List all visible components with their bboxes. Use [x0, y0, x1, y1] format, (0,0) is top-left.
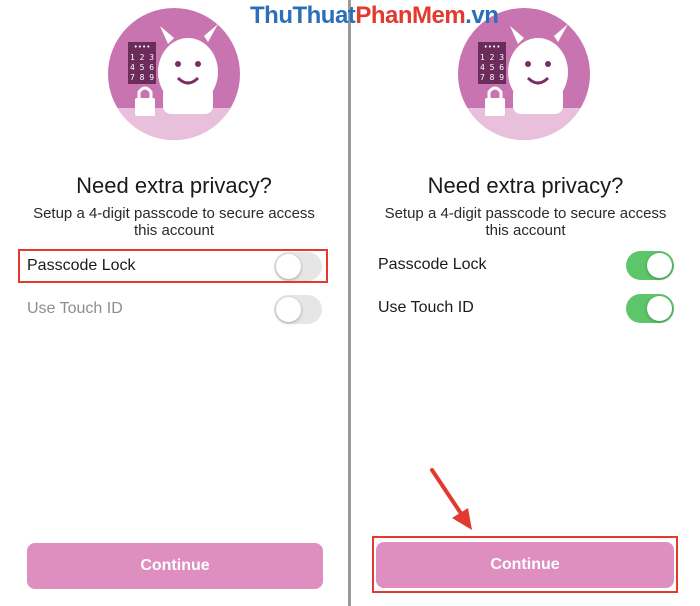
page-subtitle: Setup a 4-digit passcode to secure acces… [33, 205, 315, 239]
toggle-knob [276, 297, 301, 322]
page-title: Need extra privacy? [427, 173, 624, 198]
toggle-knob [647, 296, 672, 321]
passcode-lock-toggle[interactable] [626, 251, 674, 280]
keypad-row1: 1 2 3 [130, 53, 154, 62]
touch-id-toggle[interactable] [274, 295, 322, 324]
highlight-box [372, 536, 678, 593]
page-subtitle: Setup a 4-digit passcode to secure acces… [384, 205, 667, 239]
keypad-row2: 4 5 6 [130, 63, 154, 72]
mascot-avatar-icon: •••• 1 2 3 4 5 6 7 8 9 [108, 8, 240, 140]
right-screen: •••• 1 2 3 4 5 6 7 8 9 Need extra privac… [351, 0, 700, 606]
keypad-row3: 7 8 9 [480, 73, 504, 82]
watermark-part2: PhanMem [355, 2, 466, 29]
page-title: Need extra privacy? [76, 173, 272, 198]
passcode-lock-row[interactable]: Passcode Lock [369, 248, 682, 282]
keypad-dots: •••• [134, 43, 151, 51]
keypad-dots: •••• [484, 43, 501, 51]
toggle-knob [647, 253, 672, 278]
keypad-row3: 7 8 9 [130, 73, 154, 82]
touch-id-toggle[interactable] [626, 294, 674, 323]
continue-button[interactable]: Continue [27, 543, 323, 589]
keypad-row1: 1 2 3 [480, 53, 504, 62]
keypad-row2: 4 5 6 [480, 63, 504, 72]
touch-id-row[interactable]: Use Touch ID [369, 291, 682, 325]
left-screen: •••• 1 2 3 4 5 6 7 8 9 Need extra privac… [0, 0, 348, 606]
touch-id-row[interactable]: Use Touch ID [18, 292, 330, 326]
watermark-part3: .vn [465, 2, 499, 29]
watermark-logo: ThuThuatPhanMem.vn [250, 2, 499, 30]
red-arrow-icon [430, 468, 472, 530]
watermark-part1: ThuThuat [250, 2, 356, 29]
highlight-box [18, 249, 328, 283]
